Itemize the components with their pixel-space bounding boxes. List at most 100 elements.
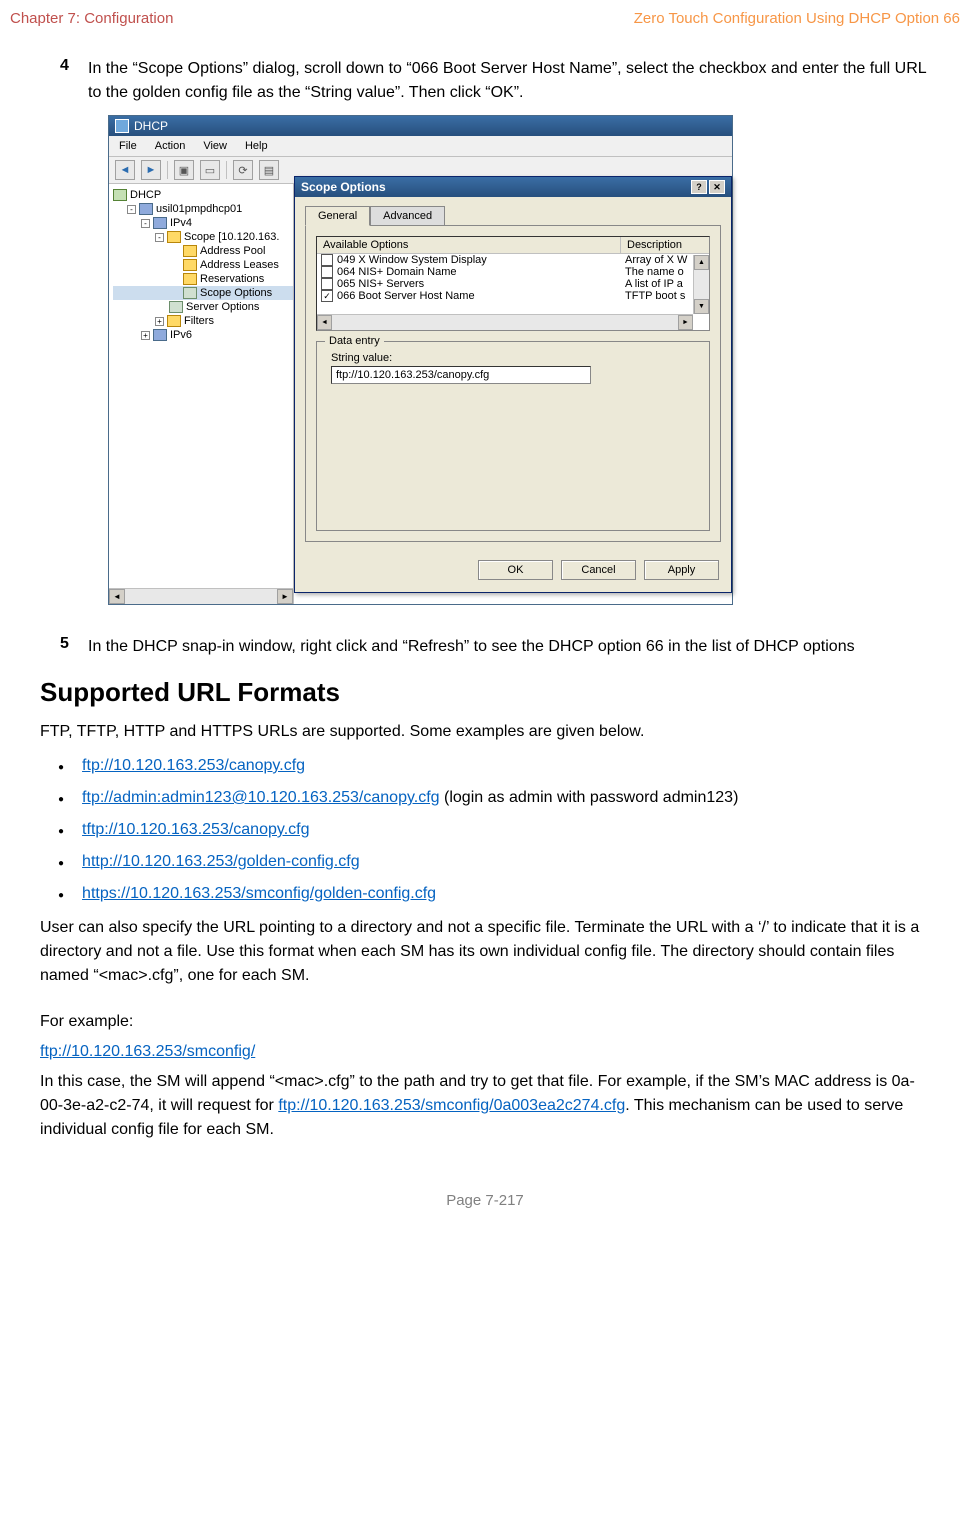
menu-action[interactable]: Action xyxy=(155,140,186,152)
tree-item[interactable]: Reservations xyxy=(200,273,264,285)
folder-icon xyxy=(183,245,197,257)
scroll-right-icon[interactable]: ► xyxy=(678,315,693,330)
tab-general[interactable]: General xyxy=(305,206,370,226)
string-value-input[interactable] xyxy=(331,366,591,384)
scroll-right-icon[interactable]: ► xyxy=(277,589,293,604)
options-icon xyxy=(169,301,183,313)
step-number: 4 xyxy=(40,57,88,105)
options-icon xyxy=(183,287,197,299)
chapter-label: Chapter 7: Configuration xyxy=(10,10,173,27)
window-titlebar: DHCP xyxy=(109,116,732,136)
example-url-link[interactable]: ftp://10.120.163.253/smconfig/ xyxy=(40,1043,255,1060)
dhcp-root-icon xyxy=(113,189,127,201)
apply-button[interactable]: Apply xyxy=(644,560,719,580)
option-row[interactable]: 049 X Window System DisplayArray of X W xyxy=(317,254,709,266)
section-label: Zero Touch Configuration Using DHCP Opti… xyxy=(634,10,960,27)
url-link[interactable]: http://10.120.163.253/golden-config.cfg xyxy=(82,853,360,870)
options-list: Available Options Description 049 X Wind… xyxy=(316,236,710,331)
tree-server[interactable]: usil01pmpdhcp01 xyxy=(156,203,242,215)
checkbox[interactable] xyxy=(321,278,333,290)
expand-icon[interactable]: + xyxy=(155,317,164,326)
tree-item[interactable]: Server Options xyxy=(186,301,259,313)
tree-pane: DHCP - usil01pmpdhcp01 - IPv4 - Scope [1… xyxy=(109,184,294,604)
step-4: 4 In the “Scope Options” dialog, scroll … xyxy=(40,57,930,105)
export-icon[interactable]: ▤ xyxy=(259,160,279,180)
option-row[interactable]: 064 NIS+ Domain NameThe name o xyxy=(317,266,709,278)
checkbox[interactable] xyxy=(321,266,333,278)
refresh-icon[interactable]: ⟳ xyxy=(233,160,253,180)
list-hscrollbar[interactable]: ◄► xyxy=(317,314,693,330)
bullet-icon: ● xyxy=(40,882,82,903)
menu-view[interactable]: View xyxy=(203,140,227,152)
menu-file[interactable]: File xyxy=(119,140,137,152)
properties-icon[interactable]: ▭ xyxy=(200,160,220,180)
heading-supported-url-formats: Supported URL Formats xyxy=(0,677,970,708)
url-link[interactable]: ftp://admin:admin123@10.120.163.253/cano… xyxy=(82,789,440,806)
step-text: In the “Scope Options” dialog, scroll do… xyxy=(88,57,930,105)
bullet-icon: ● xyxy=(40,850,82,871)
up-icon[interactable]: ▣ xyxy=(174,160,194,180)
list-vscrollbar[interactable]: ▲▼ xyxy=(693,255,709,314)
option-row[interactable]: 065 NIS+ ServersA list of IP a xyxy=(317,278,709,290)
option-label: 065 NIS+ Servers xyxy=(337,278,625,290)
example-label: For example: xyxy=(40,1010,930,1034)
url-link[interactable]: https://10.120.163.253/smconfig/golden-c… xyxy=(82,885,436,902)
bullet-icon: ● xyxy=(40,786,82,807)
cancel-button[interactable]: Cancel xyxy=(561,560,636,580)
collapse-icon[interactable]: - xyxy=(127,205,136,214)
separator xyxy=(167,161,168,179)
tree-ipv4[interactable]: IPv4 xyxy=(170,217,192,229)
column-description[interactable]: Description xyxy=(621,237,709,253)
list-item: ●ftp://10.120.163.253/canopy.cfg xyxy=(40,750,930,782)
step-number: 5 xyxy=(40,635,88,659)
back-icon[interactable]: ◄ xyxy=(115,160,135,180)
list-item: ●ftp://admin:admin123@10.120.163.253/can… xyxy=(40,782,930,814)
step-text: In the DHCP snap-in window, right click … xyxy=(88,635,930,659)
menu-help[interactable]: Help xyxy=(245,140,268,152)
close-icon[interactable]: ✕ xyxy=(709,180,725,194)
option-label: 064 NIS+ Domain Name xyxy=(337,266,625,278)
expand-icon[interactable]: + xyxy=(141,331,150,340)
tree-item-selected[interactable]: Scope Options xyxy=(200,287,272,299)
bullet-icon: ● xyxy=(40,818,82,839)
fieldset-legend: Data entry xyxy=(325,335,384,347)
scroll-down-icon[interactable]: ▼ xyxy=(694,299,709,314)
tree-scrollbar[interactable]: ◄► xyxy=(109,588,293,604)
folder-icon xyxy=(183,273,197,285)
list-item: ●http://10.120.163.253/golden-config.cfg xyxy=(40,846,930,878)
tree-item[interactable]: Address Pool xyxy=(200,245,265,257)
scroll-left-icon[interactable]: ◄ xyxy=(317,315,332,330)
final-url-link[interactable]: ftp://10.120.163.253/smconfig/0a003ea2c2… xyxy=(278,1097,625,1114)
data-entry-fieldset: Data entry String value: xyxy=(316,341,710,531)
page-footer: Page 7-217 xyxy=(0,1192,970,1209)
string-value-label: String value: xyxy=(331,352,699,364)
url-link[interactable]: ftp://10.120.163.253/canopy.cfg xyxy=(82,757,305,774)
tree-item[interactable]: Address Leases xyxy=(200,259,279,271)
menubar: File Action View Help xyxy=(109,136,732,157)
collapse-icon[interactable]: - xyxy=(141,219,150,228)
column-available[interactable]: Available Options xyxy=(317,237,621,253)
tab-advanced[interactable]: Advanced xyxy=(370,206,445,226)
dhcp-window: DHCP File Action View Help ◄ ► ▣ ▭ ⟳ ▤ D xyxy=(108,115,733,605)
ipv4-icon xyxy=(153,217,167,229)
filter-icon xyxy=(167,315,181,327)
folder-icon xyxy=(183,259,197,271)
scroll-left-icon[interactable]: ◄ xyxy=(109,589,125,604)
help-icon[interactable]: ? xyxy=(691,180,707,194)
collapse-icon[interactable]: - xyxy=(155,233,164,242)
tree-ipv6[interactable]: IPv6 xyxy=(170,329,192,341)
window-title: DHCP xyxy=(134,119,168,133)
checkbox[interactable] xyxy=(321,254,333,266)
tree-root[interactable]: DHCP xyxy=(130,189,161,201)
checkbox-checked[interactable]: ✓ xyxy=(321,290,333,302)
option-row[interactable]: ✓066 Boot Server Host NameTFTP boot s xyxy=(317,290,709,302)
tree-item[interactable]: Filters xyxy=(184,315,214,327)
tree-scope[interactable]: Scope [10.120.163. xyxy=(184,231,279,243)
option-label: 049 X Window System Display xyxy=(337,254,625,266)
ok-button[interactable]: OK xyxy=(478,560,553,580)
url-link[interactable]: tftp://10.120.163.253/canopy.cfg xyxy=(82,821,309,838)
list-item: ●tftp://10.120.163.253/canopy.cfg xyxy=(40,814,930,846)
ipv6-icon xyxy=(153,329,167,341)
forward-icon[interactable]: ► xyxy=(141,160,161,180)
scroll-up-icon[interactable]: ▲ xyxy=(694,255,709,270)
